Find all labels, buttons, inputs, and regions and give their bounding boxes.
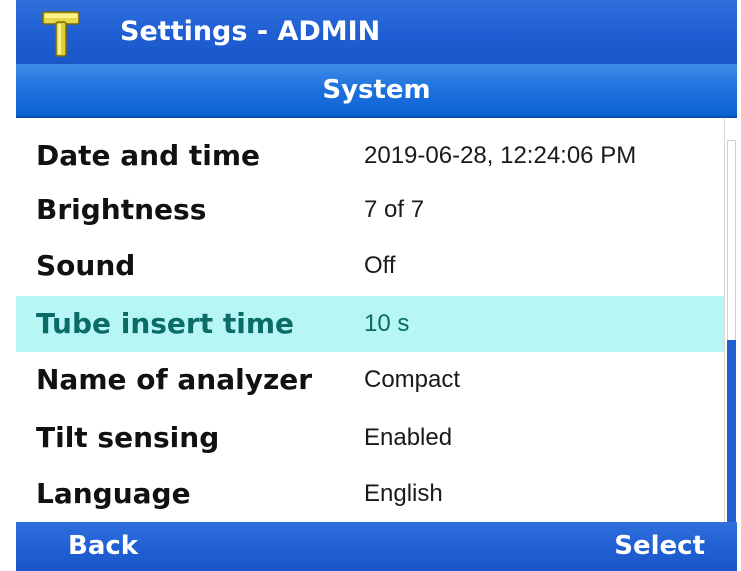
scrollbar-thumb[interactable]	[727, 140, 736, 342]
setting-value: 10 s	[364, 310, 410, 337]
section-header: System	[16, 64, 737, 118]
setting-label: Date and time	[36, 139, 261, 172]
setting-label: Tube insert time	[36, 307, 295, 340]
setting-value: Off	[364, 252, 396, 279]
list-item-sound[interactable]: Sound Off	[16, 238, 724, 294]
setting-value: 2019-06-28, 12:24:06 PM	[364, 142, 637, 169]
settings-list: Date and time 2019-06-28, 12:24:06 PM Br…	[16, 118, 724, 522]
section-title: System	[322, 75, 431, 105]
setting-value: English	[364, 480, 443, 507]
device-screen: Settings - ADMIN System Date and time 20…	[0, 0, 741, 571]
list-item-date-and-time[interactable]: Date and time 2019-06-28, 12:24:06 PM	[16, 128, 724, 184]
setting-value: Enabled	[364, 424, 453, 451]
list-item-tube-insert-time[interactable]: Tube insert time 10 s	[16, 296, 724, 352]
select-softkey[interactable]: Select	[614, 522, 705, 571]
hammer-icon	[42, 11, 80, 57]
softkey-bar: Back Select	[16, 522, 737, 571]
list-item-brightness[interactable]: Brightness 7 of 7	[16, 182, 724, 238]
scrollbar-track	[727, 340, 736, 522]
setting-label: Tilt sensing	[36, 421, 220, 454]
title-bar: Settings - ADMIN	[16, 0, 737, 64]
setting-value: Compact	[364, 366, 461, 393]
list-item-tilt-sensing[interactable]: Tilt sensing Enabled	[16, 410, 724, 466]
setting-label: Brightness	[36, 193, 207, 226]
setting-label: Name of analyzer	[36, 363, 313, 396]
list-item-language[interactable]: Language English	[16, 466, 724, 522]
list-item-name-of-analyzer[interactable]: Name of analyzer Compact	[16, 352, 724, 408]
setting-label: Sound	[36, 249, 136, 282]
window-title: Settings - ADMIN	[120, 16, 381, 47]
vertical-scrollbar[interactable]	[724, 118, 737, 522]
back-softkey[interactable]: Back	[68, 522, 138, 571]
screen-border	[0, 0, 16, 571]
setting-value: 7 of 7	[364, 196, 425, 223]
setting-label: Language	[36, 477, 191, 510]
